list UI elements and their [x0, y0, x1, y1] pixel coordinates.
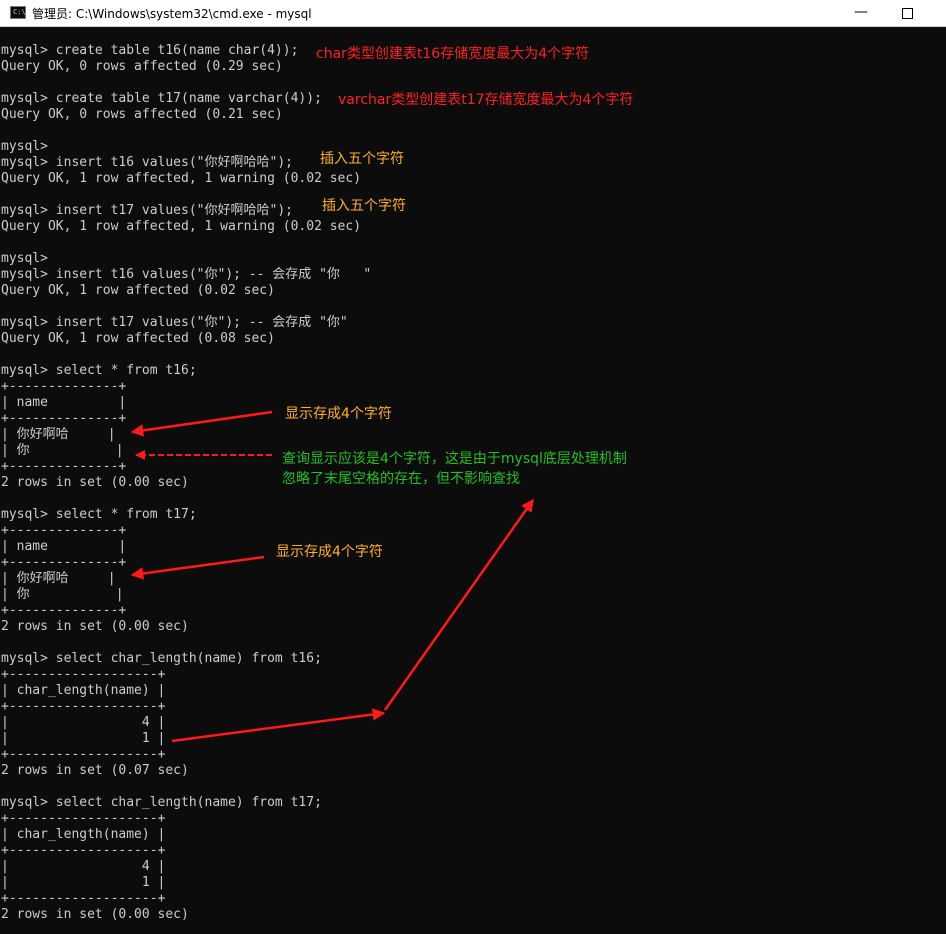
console-line: mysql> select * from t16; — [1, 363, 197, 378]
window-titlebar: C:\ 管理员: C:\Windows\system32\cmd.exe - m… — [0, 0, 946, 27]
console-line: +-------------------+ — [1, 667, 166, 682]
console-line: | char_length(name) | — [1, 827, 166, 842]
window-title: 管理员: C:\Windows\system32\cmd.exe - mysql — [32, 7, 312, 21]
console-line: | 你好啊哈 | — [1, 427, 116, 442]
console-line: mysql> insert t17 values("你好啊哈哈"); — [1, 203, 293, 218]
console-line: +-------------------+ — [1, 747, 166, 762]
console-line: Query OK, 0 rows affected (0.21 sec) — [1, 107, 283, 122]
console-line: Query OK, 1 row affected, 1 warning (0.0… — [1, 171, 362, 186]
console-line: 2 rows in set (0.00 sec) — [1, 907, 189, 922]
char-note: char类型创建表t16存储宽度最大为4个字符 — [316, 46, 590, 62]
insert-note-t17: 插入五个字符 — [322, 198, 406, 214]
minimize-icon: — — [854, 4, 868, 20]
console-line: +--------------+ — [1, 523, 127, 538]
display-note-t17: 显示存成4个字符 — [276, 544, 383, 560]
console-line: mysql> select * from t17; — [1, 507, 197, 522]
query-note-line2: 忽略了末尾空格的存在，但不影响查找 — [282, 471, 520, 487]
console-line: | 你好啊哈 | — [1, 571, 116, 586]
arrow-to-query-note — [383, 498, 535, 711]
console-line: +-------------------+ — [1, 699, 166, 714]
query-note-line1: 查询显示应该是4个字符，这是由于mysql底层处理机制 — [282, 451, 627, 467]
console-line: mysql> select char_length(name) from t16… — [1, 651, 322, 666]
console-line: | 1 | — [1, 731, 166, 746]
console-line: | 1 | — [1, 875, 166, 890]
console-line: +--------------+ — [1, 603, 127, 618]
console-line: mysql> select char_length(name) from t17… — [1, 795, 322, 810]
console-line: | 4 | — [1, 715, 166, 730]
console-line: | 4 | — [1, 859, 166, 874]
console-line: mysql> insert t17 values("你"); -- 会存成 "你… — [1, 315, 348, 330]
cmd-icon: C:\ — [10, 6, 26, 19]
console-line: +-------------------+ — [1, 891, 166, 906]
console-line: | 你 | — [1, 587, 124, 602]
console-line: Query OK, 1 row affected (0.02 sec) — [1, 283, 275, 298]
console-line: +--------------+ — [1, 379, 127, 394]
insert-note-t16: 插入五个字符 — [320, 151, 404, 167]
console-line: mysql> — [1, 251, 48, 266]
varchar-note: varchar类型创建表t17存储宽度最大为4个字符 — [338, 92, 634, 108]
console-line: +-------------------+ — [1, 843, 166, 858]
console-line: Query OK, 1 row affected, 1 warning (0.0… — [1, 219, 362, 234]
console-line: Query OK, 1 row affected (0.08 sec) — [1, 331, 275, 346]
console-line: mysql> create table t17(name varchar(4))… — [1, 91, 322, 106]
console-line: +-------------------+ — [1, 811, 166, 826]
maximize-button[interactable] — [884, 0, 930, 26]
console-line: 2 rows in set (0.07 sec) — [1, 763, 189, 778]
console-line: | char_length(name) | — [1, 683, 166, 698]
console-line: 2 rows in set (0.00 sec) — [1, 619, 189, 634]
display-note-t16: 显示存成4个字符 — [285, 406, 392, 422]
console-line: mysql> insert t16 values("你"); -- 会存成 "你… — [1, 267, 372, 282]
maximize-icon — [901, 8, 913, 19]
minimize-button[interactable]: — — [838, 0, 884, 26]
console-line: mysql> — [1, 139, 48, 154]
console-line: mysql> insert t16 values("你好啊哈哈"); — [1, 155, 293, 170]
